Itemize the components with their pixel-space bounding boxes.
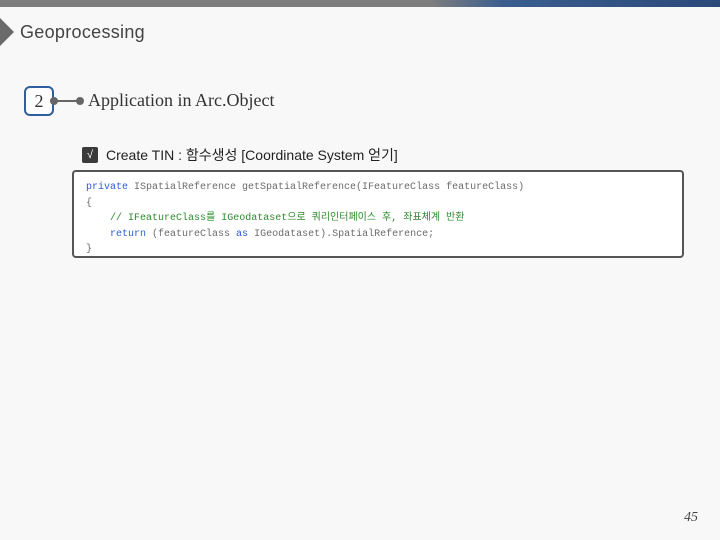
connector-line-icon	[54, 100, 80, 102]
sub-heading-label: Create TIN : 함수생성 [Coordinate System 얻기]	[106, 145, 398, 165]
chevron-right-icon	[0, 18, 14, 46]
code-text: ISpatialReference getSpatialReference(IF…	[128, 182, 524, 193]
code-text: }	[86, 244, 92, 255]
code-text: {	[86, 198, 92, 209]
slide: Geoprocessing 2 Application in Arc.Objec…	[0, 0, 720, 540]
breadcrumb-label: Geoprocessing	[20, 22, 145, 43]
section-number: 2	[35, 91, 44, 112]
breadcrumb: Geoprocessing	[0, 18, 145, 46]
top-accent-bar	[0, 0, 720, 7]
check-badge-icon: √	[82, 147, 98, 163]
code-keyword: private	[86, 182, 128, 193]
code-keyword: return	[110, 229, 146, 240]
code-text: IGeodataset).SpatialReference;	[248, 229, 434, 240]
code-indent	[86, 229, 110, 240]
code-text: (featureClass	[146, 229, 236, 240]
code-indent	[86, 213, 110, 224]
sub-heading-row: √ Create TIN : 함수생성 [Coordinate System 얻…	[82, 145, 398, 165]
section-title: Application in Arc.Object	[88, 90, 274, 111]
code-comment: // IFeatureClass를 IGeodataset으로 쿼리인터페이스 …	[110, 213, 464, 224]
code-block: private ISpatialReference getSpatialRefe…	[72, 170, 684, 258]
code-keyword: as	[236, 229, 248, 240]
page-number: 45	[684, 510, 698, 526]
